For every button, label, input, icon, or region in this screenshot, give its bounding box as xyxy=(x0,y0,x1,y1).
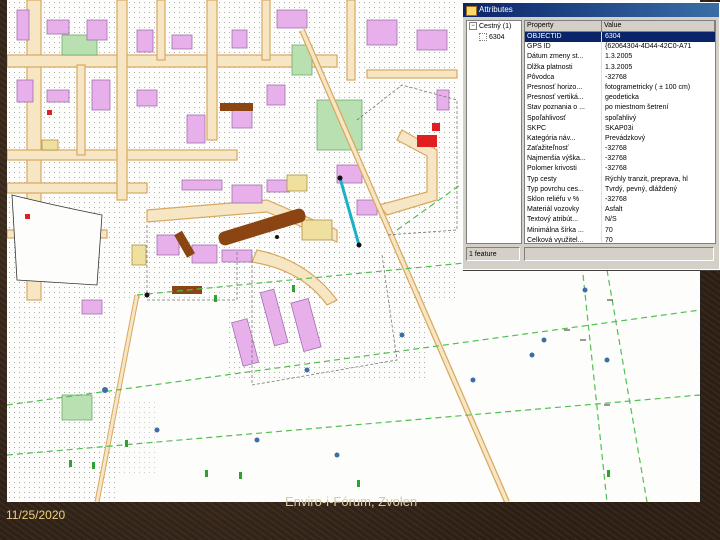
collapse-icon[interactable]: − xyxy=(469,22,477,31)
column-header-property[interactable]: Property xyxy=(525,21,602,31)
attribute-value: 70 xyxy=(605,236,613,244)
tree-root-item[interactable]: − Cestný (1) xyxy=(467,21,521,32)
attribute-value: -32768 xyxy=(605,165,627,173)
attribute-value: Asfalt xyxy=(605,206,623,214)
attribute-property: Presnosť horizo... xyxy=(525,82,602,94)
tree-child-label: 6304 xyxy=(489,34,505,41)
attribute-property: Minimálna šírka ... xyxy=(525,225,602,236)
attribute-property: Textový atribút... xyxy=(525,215,602,226)
attribute-property: Sklon reliéfu v % xyxy=(525,195,602,206)
attribute-property: Najmenšia výška... xyxy=(525,154,602,165)
attribute-row[interactable]: Sklon reliéfu v % -32768 xyxy=(525,195,715,206)
attribute-row[interactable]: Materiál vozovky Asfalt xyxy=(525,205,715,216)
tree-root-count: (1) xyxy=(502,23,512,30)
attribute-row[interactable]: Stav poznania o ... po miestnom šetrení xyxy=(525,103,715,114)
attribute-property: GPS ID xyxy=(525,42,602,53)
attribute-row[interactable]: GPS ID {62064304-4D44-42C0-A71 xyxy=(525,42,715,53)
attribute-row[interactable]: Typ povrchu ces... Tvrdý, pevný, dláždený xyxy=(525,184,715,195)
attribute-grid[interactable]: Property Value OBJECTID 6304 GPS ID {620643… xyxy=(524,20,716,244)
attributes-icon xyxy=(466,6,477,16)
dialog-titlebar[interactable]: Attributes xyxy=(463,3,719,17)
attribute-value: N/S xyxy=(605,216,617,224)
attribute-row[interactable]: OBJECTID 6304 xyxy=(525,32,715,43)
attribute-row[interactable]: Pôvodca -32768 xyxy=(525,72,715,83)
attribute-value: spoľahlivý xyxy=(605,114,637,122)
attribute-row[interactable]: Najmenšia výška... -32768 xyxy=(525,154,715,165)
attribute-row[interactable]: Minimálna šírka ... 70 xyxy=(525,225,715,236)
attribute-property: Presnosť vertiká... xyxy=(525,93,602,104)
attribute-value: 6304 xyxy=(605,33,621,40)
attribute-property: Typ povrchu ces... xyxy=(525,184,602,195)
attribute-row[interactable]: Kategória náv... Prevádzkový xyxy=(525,133,715,145)
attribute-row[interactable]: Spoľahlivosť spoľahlivý xyxy=(525,113,715,124)
attribute-value: 1.3.2005 xyxy=(605,53,633,61)
tree-child-item[interactable]: 6304 xyxy=(467,32,521,43)
attribute-value: SKAP03i xyxy=(605,124,634,132)
attribute-property: Pôvodca xyxy=(525,72,602,83)
slide-date: 11/25/2020 xyxy=(6,508,66,522)
status-bar-empty xyxy=(524,247,714,261)
attribute-value: -32768 xyxy=(605,73,627,81)
attribute-row[interactable]: Presnosť horizo... fotogrametricky ( ± 10… xyxy=(525,82,715,94)
attribute-row[interactable]: Typ cesty Rýchly tranzit, preprava, hl xyxy=(525,174,715,185)
attribute-value: -32768 xyxy=(605,145,627,153)
attributes-dialog[interactable]: Attributes − Cestný (1) 6304 Property Val… xyxy=(462,2,720,270)
attribute-row[interactable]: Celková využitel... 70 xyxy=(525,235,715,244)
attribute-property: Celková využitel... xyxy=(525,235,602,243)
dialog-title: Attributes xyxy=(479,5,513,14)
attribute-property: Zaťažiteľnosť xyxy=(525,144,602,155)
attribute-property: Dĺžka platnosti xyxy=(525,62,602,73)
attribute-property: OBJECTID xyxy=(525,32,602,43)
slide-footer-title: Enviro-i-Fórum, Zvolen xyxy=(285,494,418,509)
attribute-value: Rýchly tranzit, preprava, hl xyxy=(605,175,688,183)
attribute-value: Prevádzkový xyxy=(605,134,646,142)
column-header-value[interactable]: Value xyxy=(602,21,715,31)
attribute-row[interactable]: SKPC SKAP03i xyxy=(525,123,715,134)
attribute-value: -32768 xyxy=(605,196,627,203)
attribute-property: Polomer krivosti xyxy=(525,164,602,175)
grid-body: OBJECTID 6304 GPS ID {62064304-4D44-42C0-A7… xyxy=(525,32,715,244)
attribute-value: geodeticka xyxy=(605,94,639,102)
attribute-row[interactable]: Textový atribút... N/S xyxy=(525,215,715,226)
attribute-value: 1.3.2005 xyxy=(605,63,633,71)
attribute-property: Materiál vozovky xyxy=(525,205,602,216)
attribute-property: SKPC xyxy=(525,123,602,134)
attribute-property: Kategória náv... xyxy=(525,133,602,145)
attribute-row[interactable]: Presnosť vertiká... geodeticka xyxy=(525,93,715,104)
attribute-row[interactable]: Polomer krivosti -32768 xyxy=(525,164,715,175)
checkbox-icon[interactable] xyxy=(479,33,487,42)
feature-tree[interactable]: − Cestný (1) 6304 xyxy=(466,20,522,244)
grid-header: Property Value xyxy=(525,21,715,32)
tree-root-label: Cestný xyxy=(479,23,501,30)
attribute-value: {62064304-4D44-42C0-A71 xyxy=(605,43,692,51)
feature-count-status: 1 feature xyxy=(466,247,520,261)
attribute-property: Typ cesty xyxy=(525,174,602,185)
attribute-value: Tvrdý, pevný, dláždený xyxy=(605,185,677,193)
attribute-property: Stav poznania o ... xyxy=(525,103,602,114)
attribute-property: Dátum zmeny st... xyxy=(525,52,602,63)
attribute-value: -32768 xyxy=(605,155,627,163)
attribute-value: fotogrametricky ( ± 100 cm) xyxy=(605,83,691,91)
attribute-value: po miestnom šetrení xyxy=(605,104,669,112)
map-ticks xyxy=(564,299,613,406)
attribute-row[interactable]: Dátum zmeny st... 1.3.2005 xyxy=(525,52,715,63)
attribute-row[interactable]: Zaťažiteľnosť -32768 xyxy=(525,144,715,155)
attribute-property: Spoľahlivosť xyxy=(525,113,602,124)
attribute-row[interactable]: Dĺžka platnosti 1.3.2005 xyxy=(525,62,715,73)
attribute-value: 70 xyxy=(605,226,613,234)
